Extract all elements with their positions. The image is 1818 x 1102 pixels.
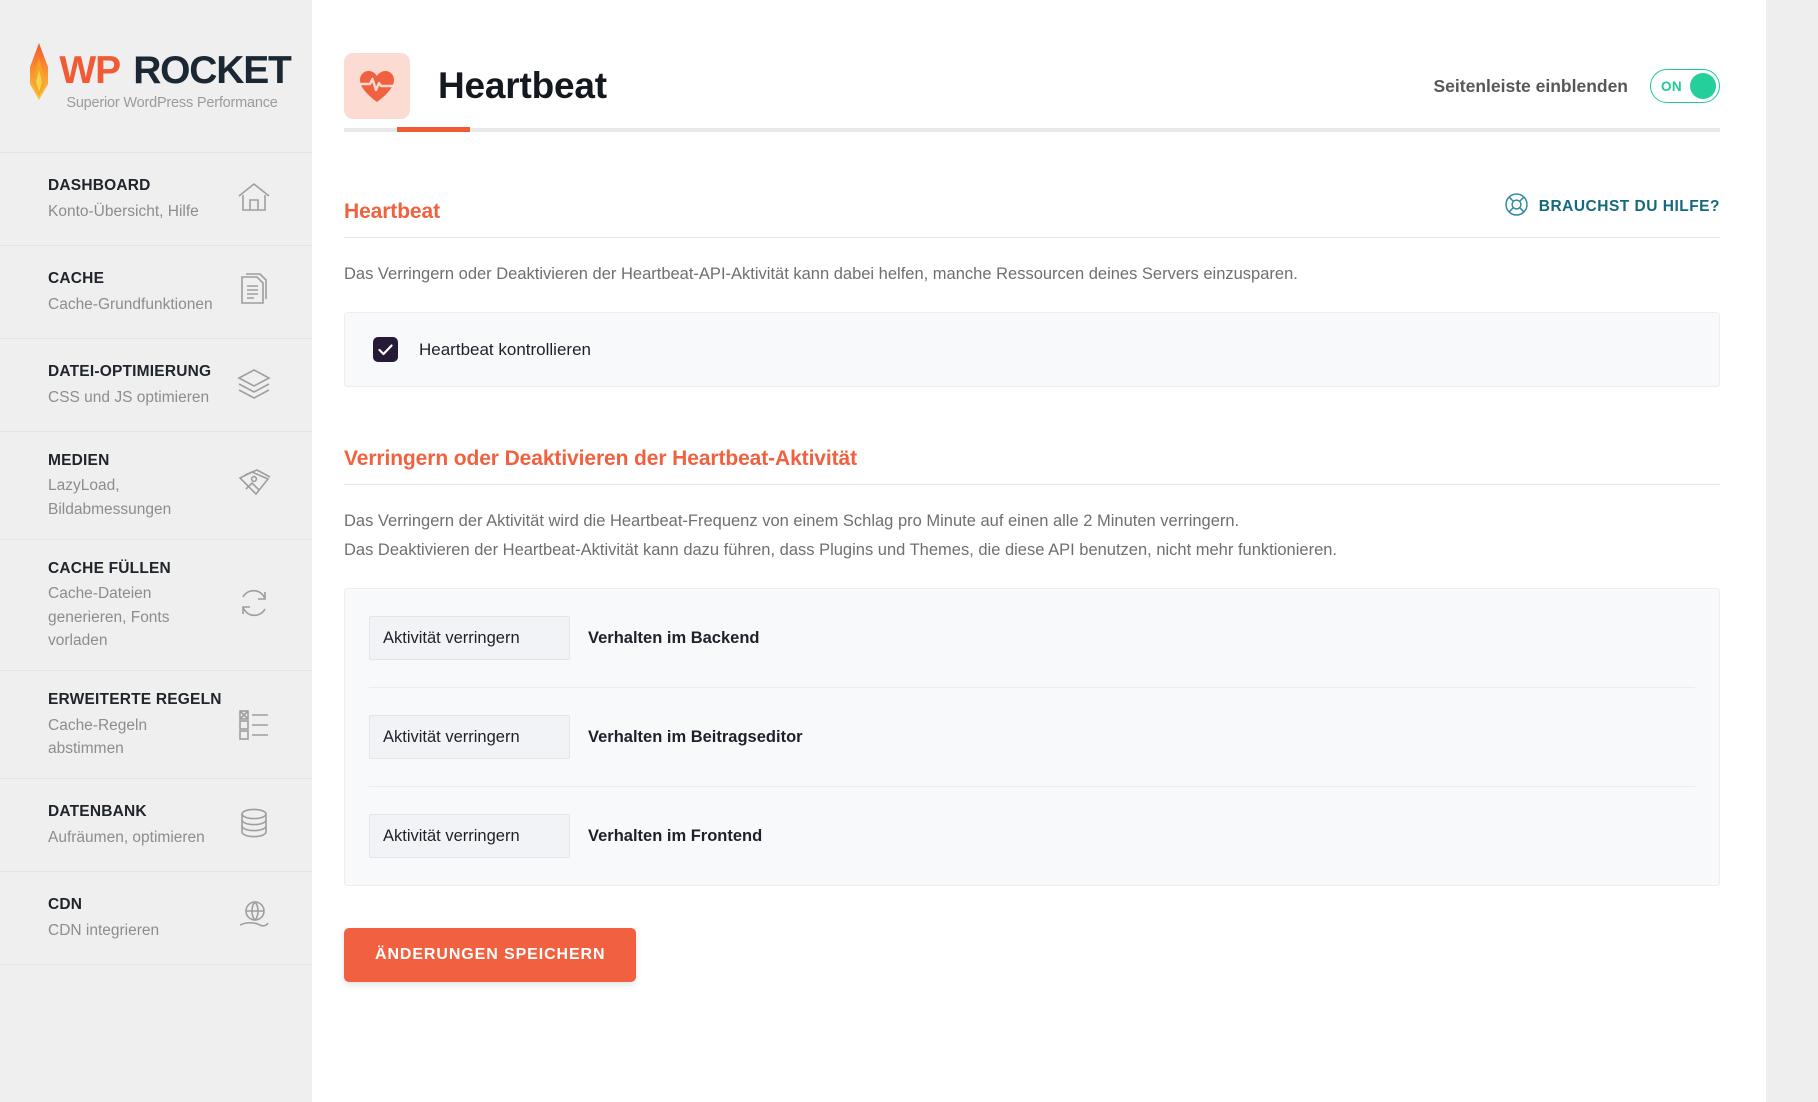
sidebar-item-sub: Konto-Übersicht, Hilfe [48,202,199,220]
logo-tagline: Superior WordPress Performance [66,95,278,111]
sidebar-item-title: CACHE FÜLLEN [48,559,171,577]
section-title: Verringern oder Deaktivieren der Heartbe… [344,447,857,471]
heartbeat-control-panel: Heartbeat kontrollieren [344,312,1720,388]
heartbeat-control-checkbox[interactable] [373,337,398,363]
brand-logo: WP ROCKET Superior WordPress Performance [0,0,312,152]
frontend-behavior-select[interactable]: Aktivität verringern [369,814,570,859]
toggle-state-label: ON [1661,78,1683,94]
behavior-rows: Aktivität verringern Verhalten im Backen… [345,589,1719,885]
help-link[interactable]: BRAUCHST DU HILFE? [1504,192,1720,224]
sidebar-visibility-toggle[interactable]: ON [1650,69,1720,103]
post-editor-behavior-value: Aktivität verringern [383,727,520,746]
images-icon [234,463,274,508]
sidebar-item-datei-optimierung[interactable]: DATEI-OPTIMIERUNG CSS und JS optimieren [0,339,312,432]
sidebar-item-title: DASHBOARD [48,177,151,195]
sidebar-item-sub: CSS und JS optimieren [48,388,210,406]
checkbox-row-heartbeat-control[interactable]: Heartbeat kontrollieren [345,313,1719,386]
sidebar-toggle-label: Seitenleiste einblenden [1433,75,1629,96]
checklist-icon [234,702,274,747]
section2-description-line2: Das Deaktivieren der Heartbeat-Aktivität… [344,540,1338,559]
sidebar-item-title: MEDIEN [48,452,110,469]
rocket-icon [21,40,57,102]
document-icon [234,270,274,315]
post-editor-behavior-label: Verhalten im Beitragseditor [588,727,803,746]
sidebar-item-cdn[interactable]: CDN CDN integrieren [0,872,312,966]
heartbeat-control-label: Heartbeat kontrollieren [419,339,591,359]
sidebar-item-sub: CDN integrieren [48,921,160,939]
home-icon [234,177,274,222]
section-description: Das Verringern oder Deaktivieren der Hea… [344,265,1298,283]
page-header: Heartbeat Seitenleiste einblenden ON [312,0,1766,128]
row-frontend-behavior: Aktivität verringern Verhalten im Fronte… [369,787,1695,885]
active-tab-underline [397,127,470,132]
lifebuoy-icon [1504,192,1529,222]
header-right: Seitenleiste einblenden ON [1433,69,1720,103]
layers-icon [234,363,274,408]
sidebar: WP ROCKET Superior WordPress Performance… [0,0,312,1102]
frontend-behavior-value: Aktivität verringern [383,826,520,845]
section-header-heartbeat: Heartbeat BRAUCHST DU HILFE? [344,132,1720,238]
backend-behavior-value: Aktivität verringern [383,628,520,647]
section2-description-line1: Das Verringern der Aktivität wird die He… [344,512,1240,531]
post-editor-behavior-select[interactable]: Aktivität verringern [369,715,570,760]
sidebar-item-sub: Cache-Grundfunktionen [48,295,213,313]
sidebar-item-title: ERWEITERTE REGELN [48,691,222,709]
toggle-knob [1690,73,1716,99]
sidebar-item-sub: Aufräumen, optimieren [48,828,205,846]
frontend-behavior-label: Verhalten im Frontend [588,826,763,845]
help-link-label: BRAUCHST DU HILFE? [1538,198,1720,215]
section-header-reduce-activity: Verringern oder Deaktivieren der Heartbe… [344,387,1720,486]
sidebar-item-cache-fuellen[interactable]: CACHE FÜLLEN Cache-Dateien generieren, F… [0,540,312,672]
logo-text-rocket: ROCKET [133,48,292,92]
page-title: Heartbeat [438,65,607,106]
sidebar-item-title: DATEI-OPTIMIERUNG [48,363,212,381]
sidebar-item-sub: Cache-Regeln abstimmen [48,716,148,757]
sidebar-item-cache[interactable]: CACHE Cache-Grundfunktionen [0,246,312,339]
heartbeat-icon [344,53,410,119]
sidebar-item-sub: LazyLoad, Bildabmessungen [48,477,172,518]
sidebar-item-title: DATENBANK [48,803,147,821]
settings-body: Heartbeat BRAUCHST DU HILFE? Das Verring… [312,132,1766,983]
refresh-icon [234,583,274,628]
backend-behavior-label: Verhalten im Backend [588,628,760,647]
sidebar-nav: DASHBOARD Konto-Übersicht, Hilfe CACHE C… [0,152,312,966]
check-icon [378,344,393,355]
sidebar-item-datenbank[interactable]: DATENBANK Aufräumen, optimieren [0,779,312,873]
main-content: Heartbeat Seitenleiste einblenden ON Hea… [312,0,1766,1102]
sidebar-item-title: CACHE [48,270,105,288]
sidebar-item-title: CDN [48,896,83,914]
behavior-panel: Aktivität verringern Verhalten im Backen… [344,588,1720,887]
logo-text-wp: WP [59,48,121,92]
row-backend-behavior: Aktivität verringern Verhalten im Backen… [369,589,1695,689]
sidebar-item-erweiterte-regeln[interactable]: ERWEITERTE REGELN Cache-Regeln abstimmen [0,671,312,780]
save-changes-button[interactable]: ÄNDERUNGEN SPEICHERN [344,928,637,983]
backend-behavior-select[interactable]: Aktivität verringern [369,616,570,661]
app-root: WP ROCKET Superior WordPress Performance… [0,0,1818,1102]
row-post-editor-behavior: Aktivität verringern Verhalten im Beitra… [369,688,1695,788]
sidebar-item-dashboard[interactable]: DASHBOARD Konto-Übersicht, Hilfe [0,153,312,246]
tabstrip [344,127,1720,132]
section-title: Heartbeat [344,200,440,223]
sidebar-item-medien[interactable]: MEDIEN LazyLoad, Bildabmessungen [0,432,312,540]
globe-hand-icon [234,896,274,941]
sidebar-item-sub: Cache-Dateien generieren, Fonts vorladen [48,585,170,649]
database-icon [234,803,274,848]
